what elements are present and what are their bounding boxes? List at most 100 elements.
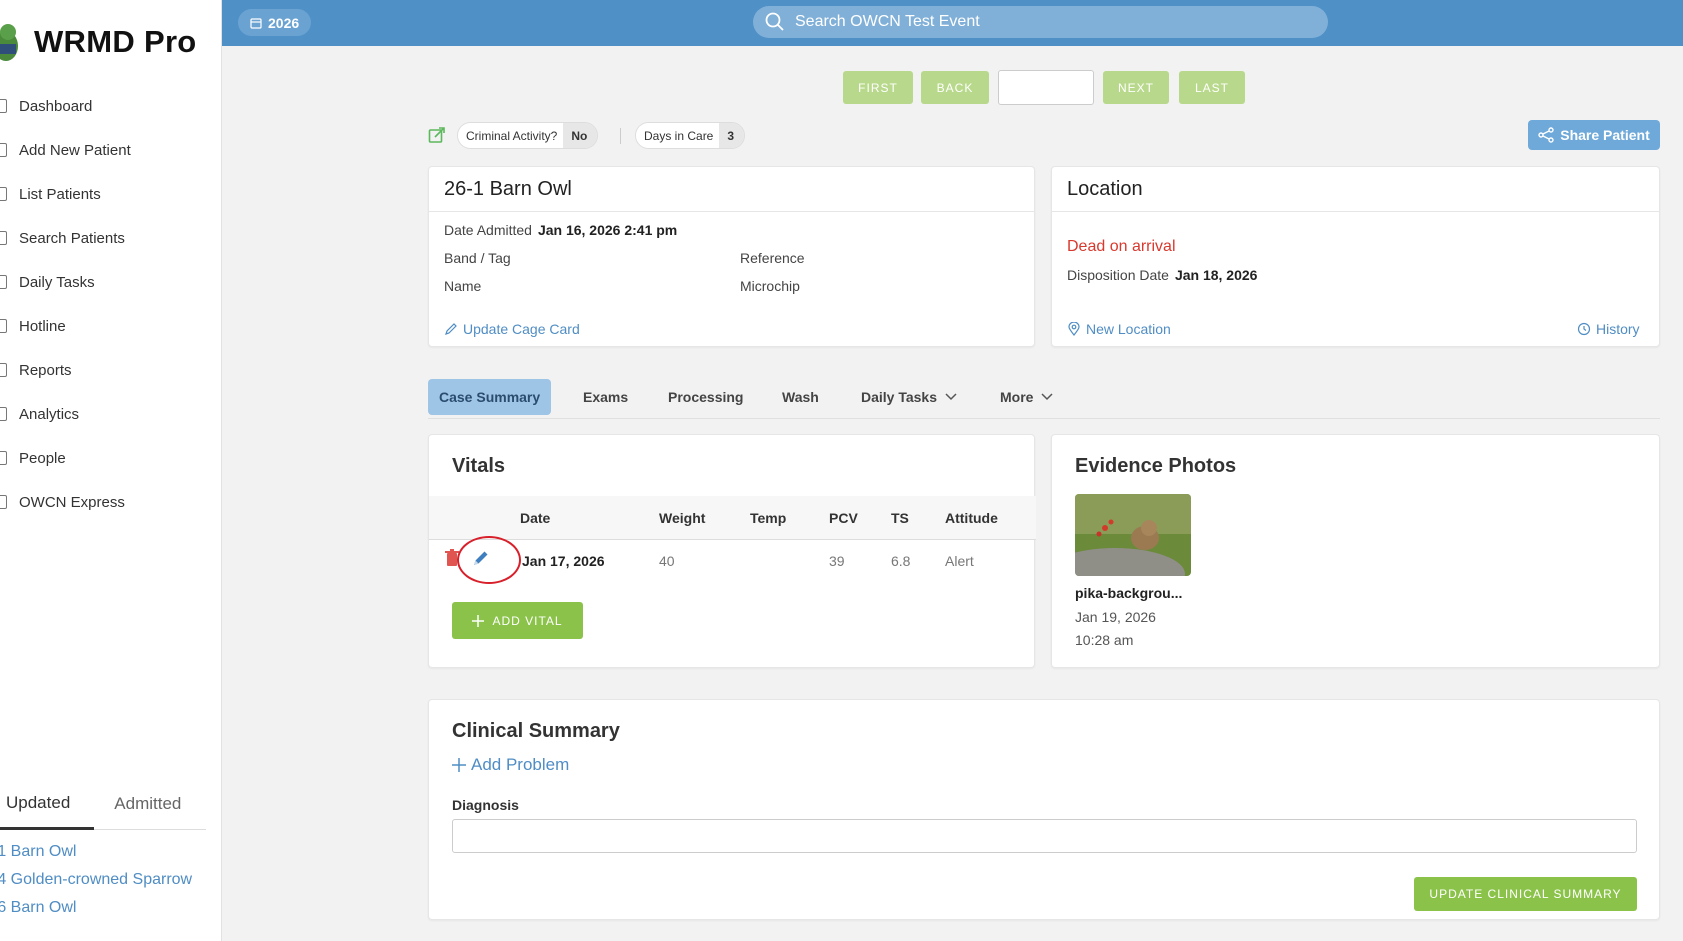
people-icon (0, 451, 7, 465)
nav-item-daily-tasks[interactable]: Daily Tasks (0, 260, 222, 304)
add-problem-link[interactable]: Add Problem (452, 755, 569, 775)
chart-icon (0, 407, 7, 421)
nav-item-dashboard[interactable]: Dashboard (0, 84, 222, 128)
update-cage-card-link[interactable]: Update Cage Card (444, 321, 580, 337)
back-button[interactable]: BACK (921, 71, 989, 104)
first-button[interactable]: FIRST (843, 71, 913, 104)
location-card: Location Dead on arrival Disposition Dat… (1051, 166, 1660, 347)
vital-weight: 40 (659, 553, 675, 569)
search-icon (765, 12, 784, 31)
chevron-down-icon (1041, 393, 1053, 401)
criminal-activity-badge: Criminal Activity? No (457, 122, 599, 149)
tab-exams[interactable]: Exams (583, 379, 628, 415)
edit-pencil-icon[interactable] (472, 549, 490, 567)
vital-attitude: Alert (945, 553, 974, 569)
nav-item-search-patients[interactable]: Search Patients (0, 216, 222, 260)
plus-icon (472, 614, 485, 627)
nav-item-reports[interactable]: Reports (0, 348, 222, 392)
recent-patient-link[interactable]: -6 Barn Owl (0, 894, 192, 922)
search-icon (0, 231, 7, 245)
list-icon (0, 187, 7, 201)
evidence-photo-thumbnail[interactable] (1075, 494, 1191, 576)
top-bar: 2026 Search OWCN Test Event (222, 0, 1683, 46)
tab-label: More (1000, 389, 1034, 405)
tab-wash[interactable]: Wash (782, 379, 819, 415)
tab-daily-tasks[interactable]: Daily Tasks (861, 379, 957, 415)
nav-label: Add New Patient (19, 141, 131, 159)
nav-label: Reports (19, 361, 72, 379)
add-vital-button[interactable]: ADD VITAL (452, 602, 583, 639)
nav-label: Daily Tasks (19, 273, 95, 291)
tab-admitted[interactable]: Admitted (94, 778, 181, 830)
col-weight: Weight (659, 510, 706, 526)
reference-label: Reference (740, 250, 805, 266)
new-location-link[interactable]: New Location (1067, 321, 1171, 337)
diagnosis-label: Diagnosis (452, 797, 519, 813)
plus-icon (0, 143, 7, 157)
tab-processing[interactable]: Processing (668, 379, 743, 415)
nav-item-hotline[interactable]: Hotline (0, 304, 222, 348)
recent-patient-link[interactable]: -4 Golden-crowned Sparrow (0, 866, 192, 894)
recent-patients-list: -1 Barn Owl -4 Golden-crowned Sparrow -6… (0, 838, 192, 922)
nav-item-add-new-patient[interactable]: Add New Patient (0, 128, 222, 172)
tab-updated[interactable]: Updated (0, 778, 95, 830)
clinical-summary-card: Clinical Summary Add Problem Diagnosis U… (428, 699, 1660, 920)
patient-number-input[interactable] (998, 70, 1094, 105)
nav-label: List Patients (19, 185, 101, 203)
express-icon (0, 495, 7, 509)
diagnosis-input[interactable] (452, 819, 1637, 853)
disposition-date-value: Jan 18, 2026 (1174, 267, 1258, 283)
document-icon (0, 363, 7, 377)
nav-item-people[interactable]: People (0, 436, 222, 480)
col-attitude: Attitude (945, 510, 998, 526)
share-patient-button[interactable]: Share Patient (1528, 120, 1660, 150)
nav-label: Hotline (19, 317, 66, 335)
name-label: Name (444, 278, 482, 294)
sidebar: WRMD Pro Dashboard Add New Patient List … (0, 0, 222, 941)
logo-bird-icon (0, 24, 18, 61)
external-edit-icon[interactable] (428, 126, 446, 144)
trash-icon[interactable] (445, 549, 459, 567)
last-button[interactable]: LAST (1179, 71, 1245, 104)
disposition-date-label: Disposition Date (1067, 267, 1169, 283)
nav-label: Search Patients (19, 229, 125, 247)
tab-more[interactable]: More (1000, 379, 1053, 415)
clock-icon (1577, 322, 1591, 336)
nav-item-list-patients[interactable]: List Patients (0, 172, 222, 216)
pencil-icon (445, 323, 457, 335)
share-label: Share Patient (1560, 127, 1650, 143)
divider (620, 128, 621, 144)
nav-item-owcn-express[interactable]: OWCN Express (0, 480, 222, 524)
update-clinical-summary-button[interactable]: UPDATE CLINICAL SUMMARY (1414, 877, 1637, 911)
history-link[interactable]: History (1577, 321, 1640, 337)
location-title: Location (1067, 177, 1143, 200)
tab-case-summary[interactable]: Case Summary (428, 379, 552, 415)
days-in-care-badge: Days in Care 3 (635, 122, 746, 149)
col-pcv: PCV (829, 510, 858, 526)
next-button[interactable]: NEXT (1103, 71, 1169, 104)
search-input[interactable]: Search OWCN Test Event (753, 6, 1328, 38)
col-temp: Temp (750, 510, 787, 526)
nav-item-analytics[interactable]: Analytics (0, 392, 222, 436)
phone-icon (0, 319, 7, 333)
clinical-title: Clinical Summary (452, 720, 620, 742)
search-placeholder: Search OWCN Test Event (795, 13, 980, 30)
nav-label: OWCN Express (19, 493, 125, 511)
calendar-icon (250, 17, 262, 29)
history-label: History (1596, 321, 1640, 337)
map-pin-icon (1068, 322, 1080, 336)
vitals-table-header: Date Weight Temp PCV TS Attitude (429, 496, 1036, 540)
disposition-status: Dead on arrival (1067, 238, 1176, 255)
app-logo[interactable]: WRMD Pro (0, 20, 197, 64)
patient-title: 26-1 Barn Owl (444, 177, 572, 200)
recent-patient-link[interactable]: -1 Barn Owl (0, 838, 192, 866)
year-selector[interactable]: 2026 (238, 9, 312, 36)
photo-time: 10:28 am (1075, 632, 1134, 648)
date-admitted: Date Admitted Jan 16, 2026 2:41 pm (444, 222, 677, 238)
microchip-label: Microchip (740, 278, 800, 294)
date-admitted-label: Date Admitted (444, 222, 532, 238)
nav-label: Dashboard (19, 97, 93, 115)
evidence-photos-card: Evidence Photos pika-backgrou... Jan 19,… (1051, 434, 1660, 668)
year-label: 2026 (268, 14, 300, 31)
badge-value: No (563, 123, 598, 148)
